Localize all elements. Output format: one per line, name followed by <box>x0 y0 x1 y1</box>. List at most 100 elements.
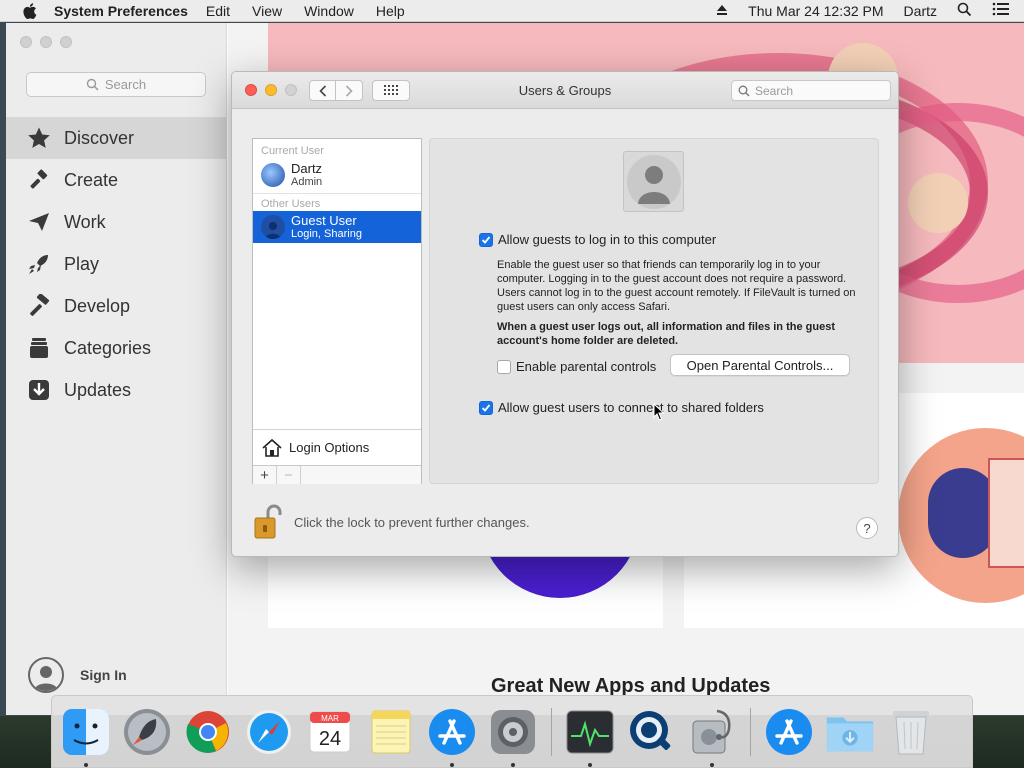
allow-guests-checkbox[interactable] <box>479 232 493 247</box>
eject-icon[interactable] <box>716 3 728 19</box>
sidebar-item-label: Develop <box>64 295 131 316</box>
grid-icon <box>384 85 398 95</box>
lock-text: Click the lock to prevent further change… <box>294 514 530 530</box>
app-store-nav: Discover Create Work Play Develop Catego… <box>6 117 227 411</box>
list-toolbar: + − <box>253 465 421 484</box>
dock-app-store-icon[interactable] <box>426 706 478 767</box>
user-row-guest[interactable]: Guest User Login, Sharing <box>253 211 421 243</box>
close-button[interactable] <box>20 36 32 48</box>
login-options-label: Login Options <box>289 440 370 455</box>
dock-quicktime-icon[interactable] <box>625 706 677 758</box>
shared-folders-row[interactable]: Allow guest users to connect to shared f… <box>479 400 764 415</box>
dock-calendar-icon[interactable]: MAR 24 <box>304 706 356 758</box>
calendar-month: MAR <box>321 714 339 723</box>
dock-downloads-folder-icon[interactable] <box>824 706 876 758</box>
allow-guests-row[interactable]: Allow guests to log in to this computer <box>479 232 716 247</box>
back-button[interactable] <box>309 80 336 101</box>
sidebar-item-label: Discover <box>64 127 135 148</box>
forward-button[interactable] <box>336 80 363 101</box>
house-icon <box>262 438 282 457</box>
user-list: Current User Dartz Admin Other Users Gue… <box>252 138 422 484</box>
app-name-menu[interactable]: System Preferences <box>54 3 188 19</box>
sidebar-item-discover[interactable]: Discover <box>6 117 227 159</box>
dock-safari-icon[interactable] <box>243 706 295 758</box>
sign-in-label: Sign In <box>80 667 127 683</box>
spotlight-search-icon[interactable] <box>957 2 972 20</box>
dock-notes-icon[interactable] <box>365 706 417 758</box>
sidebar-item-work[interactable]: Work <box>6 201 227 243</box>
user-detail: Login, Sharing <box>291 227 362 240</box>
zoom-button[interactable] <box>60 36 72 48</box>
chevron-right-icon <box>345 84 353 97</box>
zoom-button[interactable] <box>285 84 297 96</box>
parental-controls-checkbox[interactable] <box>497 359 511 374</box>
stack-icon <box>26 335 52 361</box>
menu-bar: System Preferences Edit View Window Help… <box>0 0 1024 22</box>
app-store-window-controls <box>20 36 80 48</box>
login-options-item[interactable]: Login Options <box>253 429 421 465</box>
menu-view[interactable]: View <box>252 3 282 19</box>
search-icon <box>86 78 99 91</box>
user-silhouette-icon <box>626 154 681 209</box>
app-store-search-field[interactable]: Search <box>26 72 206 97</box>
user-row-dartz[interactable]: Dartz Admin <box>253 159 421 191</box>
checkmark-icon <box>481 403 491 412</box>
dock-activity-monitor-icon[interactable] <box>564 706 616 767</box>
chevron-left-icon <box>318 84 326 97</box>
sidebar-item-play[interactable]: Play <box>6 243 227 285</box>
other-users-header: Other Users <box>261 198 321 210</box>
dock-launchpad-icon[interactable] <box>121 706 173 758</box>
notification-center-icon[interactable] <box>992 2 1010 19</box>
sidebar-item-label: Categories <box>64 337 152 358</box>
menu-edit[interactable]: Edit <box>206 3 230 19</box>
star-icon <box>26 125 52 151</box>
sidebar-item-label: Work <box>64 211 106 232</box>
dock-trash-icon[interactable] <box>885 706 937 758</box>
guest-description: Enable the guest user so that friends ca… <box>497 259 856 313</box>
dock-chrome-icon[interactable] <box>182 706 234 758</box>
minimize-button[interactable] <box>40 36 52 48</box>
dock-disk-utility-icon[interactable] <box>686 706 738 767</box>
apple-menu-icon[interactable] <box>20 2 40 19</box>
menu-window[interactable]: Window <box>304 3 354 19</box>
checkmark-icon <box>481 235 491 244</box>
lock-open-icon[interactable] <box>252 504 282 540</box>
clock-datetime[interactable]: Thu Mar 24 12:32 PM <box>748 3 883 19</box>
user-menu[interactable]: Dartz <box>904 3 937 19</box>
sidebar-item-categories[interactable]: Categories <box>6 327 227 369</box>
shared-folders-checkbox[interactable] <box>479 400 493 415</box>
user-role: Admin <box>291 175 323 188</box>
user-avatar <box>261 163 285 187</box>
avatar-icon <box>28 657 64 693</box>
open-parental-controls-button[interactable]: Open Parental Controls... <box>670 354 850 376</box>
preferences-search-field[interactable]: Search <box>731 80 891 101</box>
remove-user-button[interactable]: − <box>277 466 301 484</box>
dock-separator <box>551 707 552 756</box>
search-placeholder: Search <box>104 77 147 92</box>
close-button[interactable] <box>245 84 257 96</box>
search-icon <box>738 85 750 96</box>
add-user-button[interactable]: + <box>253 466 277 484</box>
dock-finder-icon[interactable] <box>60 706 112 767</box>
hammer-brush-icon <box>26 167 52 193</box>
guest-avatar-icon <box>261 215 285 239</box>
sidebar-item-develop[interactable]: Develop <box>6 285 227 327</box>
dock: MAR 24 <box>51 695 973 768</box>
calendar-day: 24 <box>319 728 341 750</box>
guest-warning: When a guest user logs out, all informat… <box>497 321 835 347</box>
shared-folders-label: Allow guest users to connect to shared f… <box>498 400 764 415</box>
dock-separator <box>750 707 751 756</box>
help-button[interactable]: ? <box>856 517 878 539</box>
parental-controls-row[interactable]: Enable parental controls <box>497 359 656 374</box>
dock-app-store-download-icon[interactable] <box>763 706 815 758</box>
sidebar-item-updates[interactable]: Updates <box>6 369 227 411</box>
show-all-button[interactable] <box>372 80 410 101</box>
sign-in-button[interactable]: Sign In <box>28 657 127 693</box>
dock-system-preferences-icon[interactable] <box>487 706 539 767</box>
sidebar-item-create[interactable]: Create <box>6 159 227 201</box>
minimize-button[interactable] <box>265 84 277 96</box>
download-icon <box>26 377 52 403</box>
sidebar-item-label: Updates <box>64 379 132 400</box>
current-user-header: Current User <box>261 145 324 157</box>
menu-help[interactable]: Help <box>376 3 405 19</box>
